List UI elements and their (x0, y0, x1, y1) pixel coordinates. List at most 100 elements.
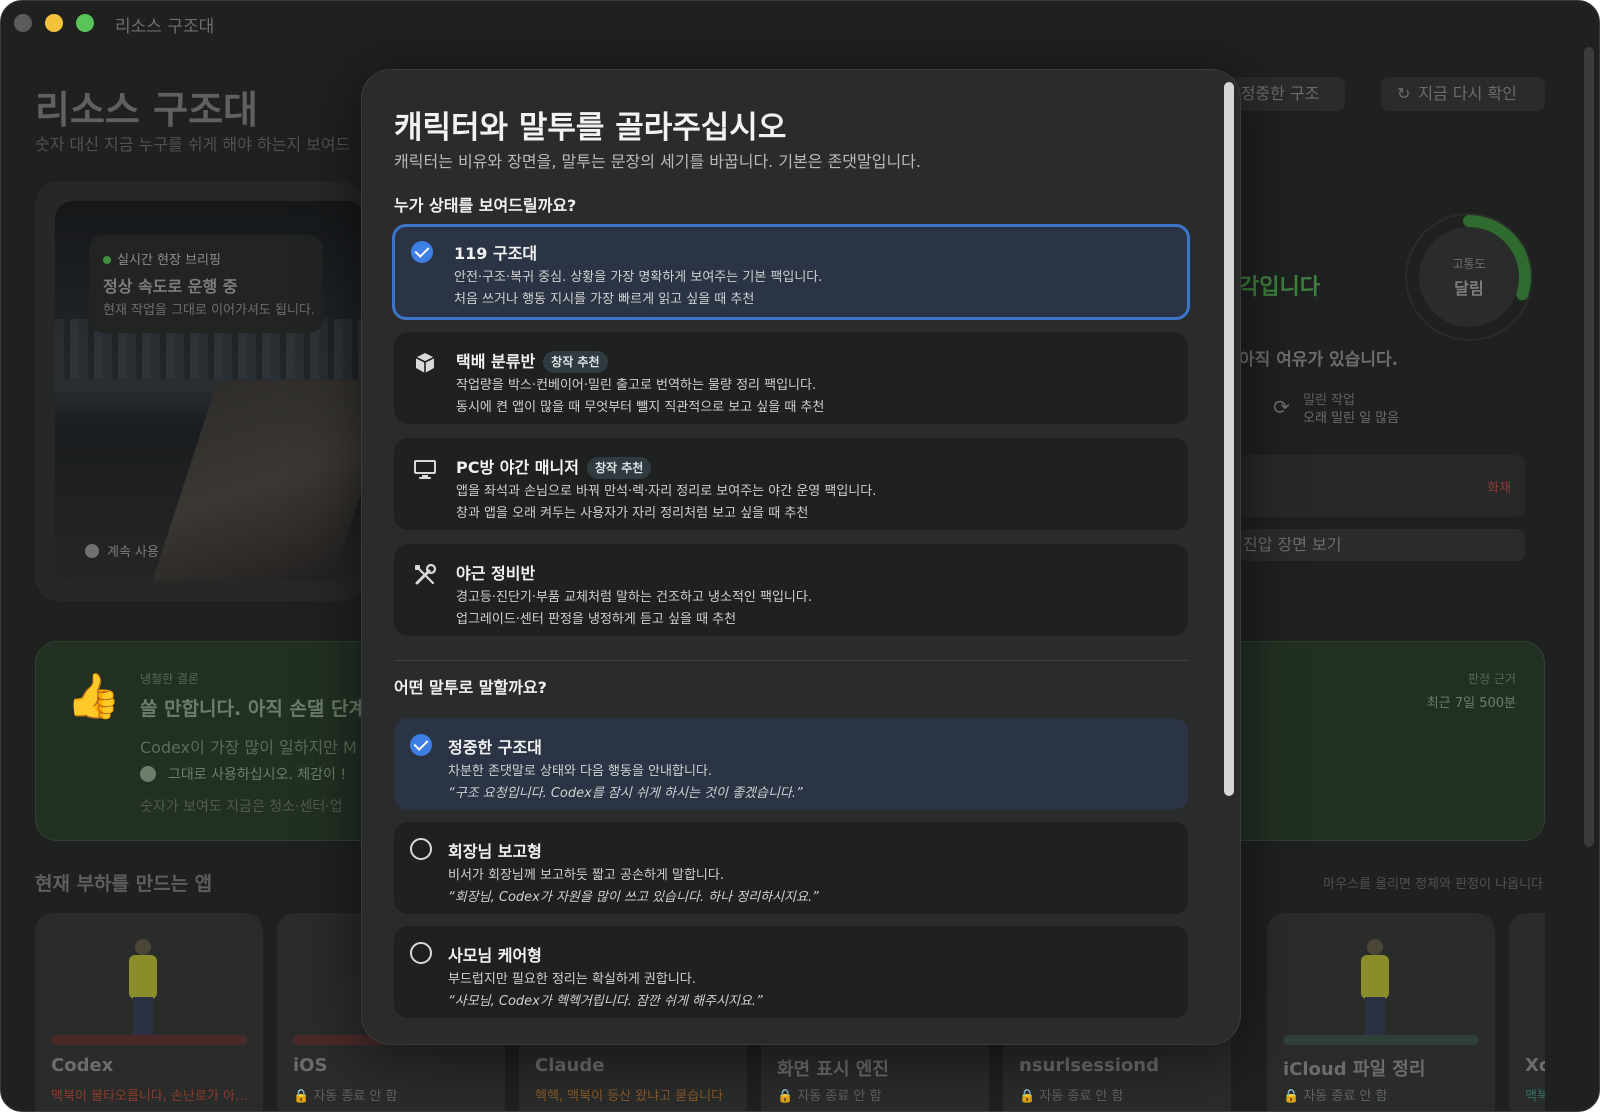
monitor-icon (414, 460, 436, 479)
title-bar: 리소스 구조대 (1, 1, 1599, 45)
character-option-parcel[interactable]: 택배 분류반 창작 추천 작업량을 박스·컨베이어·밀린 출고로 번역하는 물량 … (394, 332, 1188, 424)
package-icon (415, 353, 435, 373)
fire-label: 화재 (1487, 481, 1511, 496)
minimize-window-button[interactable] (45, 14, 63, 32)
check-icon (410, 734, 432, 756)
character-option-pcroom[interactable]: PC방 야간 매니저 창작 추천 앱을 좌석과 손님으로 바꿔 만석·렉·자리 정… (394, 438, 1188, 530)
option-desc: 비서가 회장님께 보고하듯 짧고 공손하게 말합니다. (448, 868, 724, 883)
option-title: 택배 분류반 (456, 352, 536, 371)
app-name: iOS (293, 1055, 328, 1076)
verdict-main: 쓸 만합니다. 아직 손댈 단계 (140, 698, 366, 720)
window-title: 리소스 구조대 (115, 17, 215, 37)
option-recommendation: 창과 앱을 오래 켜두는 사용자가 자리 정리처럼 보고 싶을 때 추천 (456, 506, 809, 521)
tone-option-chairman[interactable]: 회장님 보고형 비서가 회장님께 보고하듯 짧고 공손하게 말합니다. “회장님… (394, 822, 1188, 914)
pending-sub: 오래 밀린 일 많음 (1303, 411, 1400, 426)
tone-option-madam[interactable]: 사모님 케어형 부드럽지만 필요한 정리는 확실하게 권합니다. “사모님, C… (394, 926, 1188, 1018)
app-card[interactable]: iCloud 파일 정리 🔒 자동 종료 안 함 (1267, 913, 1495, 1111)
recommend-badge: 창작 추천 (586, 457, 652, 479)
page-title: 리소스 구조대 (35, 88, 258, 132)
briefing-main: 정상 속도로 운행 중 (103, 277, 238, 296)
radio-icon (410, 942, 432, 964)
spare-capacity-text: 아직 여유가 있습니다. (1239, 350, 1399, 370)
gauge-value: 달림 (1454, 279, 1484, 298)
app-name: Claude (535, 1055, 605, 1076)
option-desc: 안전·구조·복귀 중심. 상황을 가장 명확하게 보여주는 기본 팩입니다. (454, 270, 823, 285)
apps-section-title: 현재 부하를 만드는 앱 (35, 873, 213, 895)
sync-icon: ⟳ (1273, 395, 1290, 419)
tone-option-polite[interactable]: 정중한 구조대 차분한 존댓말로 상태와 다음 행동을 안내합니다. “구조 요… (394, 718, 1188, 810)
option-recommendation: 동시에 켠 앱이 많을 때 무엇부터 뺄지 직관적으로 보고 싶을 때 추천 (456, 400, 825, 415)
keep-using-button[interactable]: 계속 사용 (85, 541, 159, 560)
option-quote: “사모님, Codex가 헥헥거립니다. 잠깐 쉬게 해주시지요.” (448, 994, 763, 1009)
app-card[interactable]: Codex 맥북이 불타오릅니다, 손난로가 아… (35, 913, 263, 1111)
app-name: nsurlsessiond (1019, 1055, 1159, 1076)
pending-title: 밀린 작업 (1303, 393, 1355, 408)
apps-hint: 마우스를 올리면 정체와 판정이 나옵니다 (1323, 877, 1543, 892)
verdict-action-text: 그대로 사용하십시오. 체감이 ! (168, 767, 346, 783)
option-recommendation: 업그레이드·센터 판정을 냉정하게 듣고 싶을 때 추천 (456, 612, 737, 627)
option-title: 정중한 구조대 (448, 738, 542, 757)
option-title: 사모님 케어형 (448, 946, 542, 965)
hero-card: 실시간 현장 브리핑 정상 속도로 운행 중 현재 작업을 그대로 이어가셔도 … (35, 181, 365, 601)
modal-scrollbar[interactable] (1224, 82, 1234, 796)
bridge-deck (152, 381, 365, 581)
fire-row: 화재 (1239, 455, 1525, 517)
tone-section-title: 어떤 말투로 말할까요? (394, 678, 547, 697)
verdict-action: 그대로 사용하십시오. 체감이 ! (140, 764, 346, 784)
app-status: 🔒 자동 종료 안 함 (777, 1089, 882, 1104)
recommend-badge: 창작 추천 (543, 351, 608, 373)
load-bar (1283, 1035, 1479, 1045)
arrow-circle-icon (140, 766, 156, 782)
option-title: 회장님 보고형 (448, 842, 542, 861)
check-circle-icon (85, 544, 99, 558)
section-divider (394, 660, 1188, 661)
character-option-mechanic[interactable]: 야근 정비반 경고등·진단기·부품 교체처럼 말하는 건조하고 냉소적인 팩입니… (394, 544, 1188, 636)
app-name: Xc (1525, 1055, 1545, 1076)
app-card[interactable]: Xc 맥북 (1509, 913, 1545, 1111)
app-status: 🔒 자동 종료 안 함 (1283, 1089, 1388, 1104)
zoom-window-button[interactable] (76, 14, 94, 32)
app-status: 헥헥, 맥북이 등산 왔냐고 묻습니다 (535, 1089, 724, 1104)
app-name: 화면 표시 엔진 (777, 1059, 889, 1080)
app-window: 리소스 구조대 리소스 구조대 숫자 대신 지금 누구를 쉬게 해야 하는지 보… (0, 0, 1600, 1112)
app-status: 맥북이 불타오릅니다, 손난로가 아… (51, 1089, 248, 1104)
app-status: 맥북 (1525, 1089, 1545, 1104)
option-desc: 경고등·진단기·부품 교체처럼 말하는 건조하고 냉소적인 팩입니다. (456, 590, 812, 605)
app-status: 🔒 자동 종료 안 함 (1019, 1089, 1124, 1104)
app-status: 🔒 자동 종료 안 함 (293, 1089, 398, 1104)
check-icon (411, 241, 433, 263)
suppress-scene-button[interactable]: 진압 장면 보기 (1239, 529, 1525, 561)
option-quote: “구조 요청입니다. Codex를 잠시 쉬게 하시는 것이 좋겠습니다.” (448, 786, 803, 801)
rescuer-figure-icon (123, 939, 163, 1035)
option-recommendation: 처음 쓰거나 행동 지시를 가장 빠르게 읽고 싶을 때 추천 (454, 292, 755, 307)
modal-subtitle: 캐릭터는 비유와 장면을, 말투는 문장의 세기를 바꿉니다. 기본은 존댓말입… (394, 152, 921, 171)
briefing-sub: 현재 작업을 그대로 이어가셔도 됩니다. (103, 303, 316, 318)
option-desc: 앱을 좌석과 손님으로 바꿔 만석·렉·자리 정리로 보여주는 야간 운영 팩입… (456, 484, 877, 499)
recheck-label: 지금 다시 확인 (1418, 84, 1517, 103)
keep-using-label: 계속 사용 (107, 545, 159, 560)
option-title: 야근 정비반 (456, 564, 536, 583)
live-briefing: 실시간 현장 브리핑 정상 속도로 운행 중 현재 작업을 그대로 이어가셔도 … (89, 235, 323, 333)
persona-picker-modal: 캐릭터와 말투를 골라주십시오 캐릭터는 비유와 장면을, 말투는 문장의 세기… (361, 69, 1241, 1045)
modal-title: 캐릭터와 말투를 골라주십시오 (394, 110, 787, 146)
recheck-button[interactable]: ↻ 지금 다시 확인 (1381, 77, 1545, 111)
basis-value: 최근 7일 500분 (1426, 696, 1516, 711)
close-window-button[interactable] (14, 14, 32, 32)
radio-icon (410, 838, 432, 860)
verdict-tag: 냉철한 결론 (140, 672, 200, 686)
option-desc: 작업량을 박스·컨베이어·밀린 출고로 번역하는 물량 정리 팩입니다. (456, 378, 817, 393)
character-section-title: 누가 상태를 보여드릴까요? (394, 196, 577, 215)
verdict-foot: 숫자가 보여도 지금은 청소·센터·업 (140, 799, 343, 815)
option-quote: “회장님, Codex가 자원을 많이 쓰고 있습니다. 하나 정리하시지요.” (448, 890, 819, 905)
verdict-line: Codex이 가장 많이 일하지만 M (140, 738, 357, 757)
briefing-tag: 실시간 현장 브리핑 (117, 253, 221, 268)
character-option-119[interactable]: 119 구조대 안전·구조·복귀 중심. 상황을 가장 명확하게 보여주는 기본… (392, 224, 1190, 320)
window-scrollbar[interactable] (1584, 47, 1594, 847)
option-desc: 부드럽지만 필요한 정리는 확실하게 권합니다. (448, 972, 696, 987)
rescuer-figure-icon (1355, 939, 1395, 1035)
load-bar (51, 1035, 247, 1045)
pain-gauge: 고통도 달림 (1405, 213, 1533, 341)
option-title: 119 구조대 (454, 244, 538, 263)
tools-icon (415, 563, 437, 585)
basis-tag: 판정 근거 (1468, 672, 1516, 686)
